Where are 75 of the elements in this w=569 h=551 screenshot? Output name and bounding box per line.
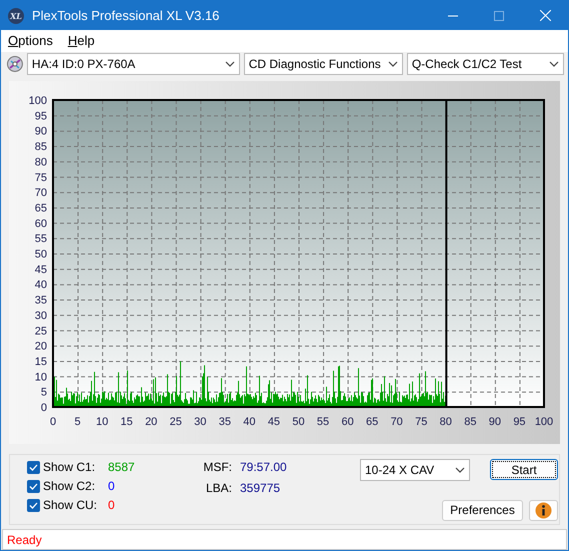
counter-value: 8587 — [108, 460, 135, 474]
x-tick-label: 70 — [390, 416, 403, 428]
x-tick-label: 80 — [440, 416, 452, 428]
x-tick-label: 35 — [218, 416, 231, 428]
x-tick-label: 15 — [120, 416, 133, 428]
y-tick-label: 70 — [34, 187, 47, 200]
caret-icon — [224, 61, 235, 68]
y-tick-label: 100 — [28, 95, 47, 108]
test-dropdown[interactable]: Q-Check C1/C2 Test — [406, 53, 564, 76]
close-icon — [540, 10, 550, 21]
x-tick-label: 95 — [513, 416, 526, 428]
y-tick-label: 35 — [34, 294, 47, 307]
y-tick-label: 10 — [34, 372, 47, 384]
x-tick-label: 85 — [464, 416, 476, 428]
x-tick-label: 5 — [74, 416, 81, 428]
disc-icon — [7, 56, 23, 72]
y-tick-label: 65 — [34, 202, 47, 215]
counter-value: 0 — [108, 498, 115, 512]
y-tick-label: 85 — [34, 141, 47, 154]
y-tick-label: 50 — [34, 248, 47, 261]
speed-dropdown[interactable]: 10-24 X CAV — [360, 459, 470, 482]
x-tick-label: 10 — [96, 416, 108, 428]
checkbox-label: Show C1: — [43, 460, 96, 474]
info-icon — [535, 502, 552, 519]
reading-label: LBA: — [204, 481, 232, 496]
reading-value: 79:57.00 — [240, 460, 288, 474]
y-tick-label: 40 — [34, 280, 47, 292]
caret-icon — [388, 61, 398, 68]
y-tick-label: 0 — [40, 402, 47, 414]
counter-value: 0 — [108, 479, 115, 494]
x-tick-label: 50 — [292, 416, 305, 428]
y-tick-label: 45 — [34, 264, 47, 276]
x-tick-label: 100 — [534, 416, 554, 428]
preferences-button[interactable]: Preferences — [442, 500, 523, 521]
function-dropdown[interactable]: CD Diagnostic Functions — [244, 53, 403, 76]
y-tick-label: 30 — [34, 310, 47, 322]
info-button[interactable] — [529, 500, 558, 521]
x-tick-label: 40 — [243, 416, 256, 428]
y-tick-label: 20 — [34, 340, 47, 353]
reading-label: MSF: — [202, 460, 232, 474]
y-tick-label: 5 — [40, 386, 47, 399]
y-tick-label: 15 — [34, 356, 47, 368]
checkbox[interactable] — [27, 498, 40, 512]
maximize-icon — [494, 10, 504, 20]
drive-dropdown[interactable]: HA:4 ID:0 PX-760A — [26, 53, 240, 76]
x-tick-label: 60 — [341, 416, 354, 428]
y-tick-label: 75 — [34, 172, 47, 184]
menu-item[interactable]: Options — [1, 33, 61, 48]
checkbox[interactable] — [27, 480, 40, 493]
x-tick-label: 30 — [194, 416, 206, 428]
checkbox-label: Show CU: — [43, 498, 98, 512]
menu-item[interactable]: Help — [60, 33, 103, 48]
start-button[interactable]: Start — [490, 459, 558, 480]
x-tick-label: 55 — [316, 416, 330, 428]
reading-value: 359775 — [240, 481, 282, 496]
checkbox-label: Show C2: — [43, 479, 96, 494]
y-tick-label: 25 — [34, 326, 47, 338]
y-tick-label: 95 — [34, 110, 47, 123]
x-tick-label: 0 — [50, 416, 56, 428]
x-tick-label: 65 — [366, 416, 378, 428]
x-tick-label: 25 — [170, 416, 182, 428]
x-tick-label: 45 — [268, 416, 280, 428]
x-tick-label: 20 — [145, 416, 158, 428]
caret-icon — [455, 467, 465, 474]
logo-text: XL — [10, 10, 22, 20]
window-title: PlexTools Professional XL V3.16 — [32, 8, 220, 23]
y-tick-label: 55 — [34, 233, 47, 246]
y-tick-label: 80 — [34, 156, 47, 169]
caret-icon — [548, 61, 559, 68]
y-tick-label: 60 — [34, 218, 47, 230]
checkbox[interactable] — [27, 460, 40, 474]
x-tick-label: 75 — [415, 416, 428, 428]
y-tick-label: 90 — [34, 126, 47, 138]
x-tick-label: 90 — [488, 416, 502, 428]
status-text: Ready — [2, 529, 567, 550]
